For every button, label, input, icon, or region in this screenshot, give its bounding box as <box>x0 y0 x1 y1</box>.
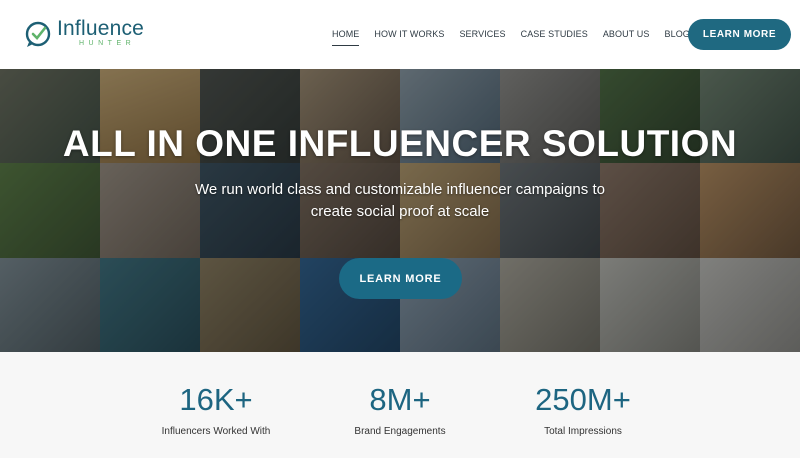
header-learn-more-button[interactable]: LEARN MORE <box>688 19 791 50</box>
hero-learn-more-button[interactable]: LEARN MORE <box>339 258 462 299</box>
nav-home[interactable]: HOME <box>332 29 360 46</box>
stat-impressions: 250M+ Total Impressions <box>493 382 673 437</box>
stat-influencers: 16K+ Influencers Worked With <box>126 382 306 437</box>
hero-subtitle-line: create social proof at scale <box>310 203 490 220</box>
chat-bubble-logo-icon <box>25 21 51 47</box>
main-nav: HOME HOW IT WORKS SERVICES CASE STUDIES … <box>332 29 705 46</box>
stat-value: 8M+ <box>369 382 431 417</box>
site-header: Influence HUNTER HOME HOW IT WORKS SERVI… <box>0 0 800 69</box>
stat-label: Influencers Worked With <box>161 426 271 437</box>
stat-value: 250M+ <box>535 382 631 417</box>
nav-about-us[interactable]: ABOUT US <box>603 29 650 39</box>
nav-services[interactable]: SERVICES <box>459 29 505 39</box>
stats-section: 16K+ Influencers Worked With 8M+ Brand E… <box>0 352 800 458</box>
nav-case-studies[interactable]: CASE STUDIES <box>521 29 588 39</box>
logo-name: Influence <box>57 17 145 40</box>
hero-section: ALL IN ONE INFLUENCER SOLUTION We run wo… <box>0 69 800 352</box>
stat-label: Brand Engagements <box>354 426 446 437</box>
hero-subtitle: We run world class and customizable infl… <box>150 179 650 223</box>
nav-how-it-works[interactable]: HOW IT WORKS <box>374 29 444 39</box>
logo-subtitle: HUNTER <box>79 40 136 47</box>
stat-value: 16K+ <box>179 382 253 417</box>
logo-text: Influence HUNTER <box>57 18 144 48</box>
stat-label: Total Impressions <box>544 426 622 437</box>
nav-blog[interactable]: BLOG <box>664 29 689 39</box>
hero-subtitle-line: We run world class and customizable infl… <box>195 181 605 198</box>
brand-logo[interactable]: Influence HUNTER <box>24 18 144 52</box>
stat-engagements: 8M+ Brand Engagements <box>310 382 490 437</box>
hero-title: ALL IN ONE INFLUENCER SOLUTION <box>62 123 738 164</box>
